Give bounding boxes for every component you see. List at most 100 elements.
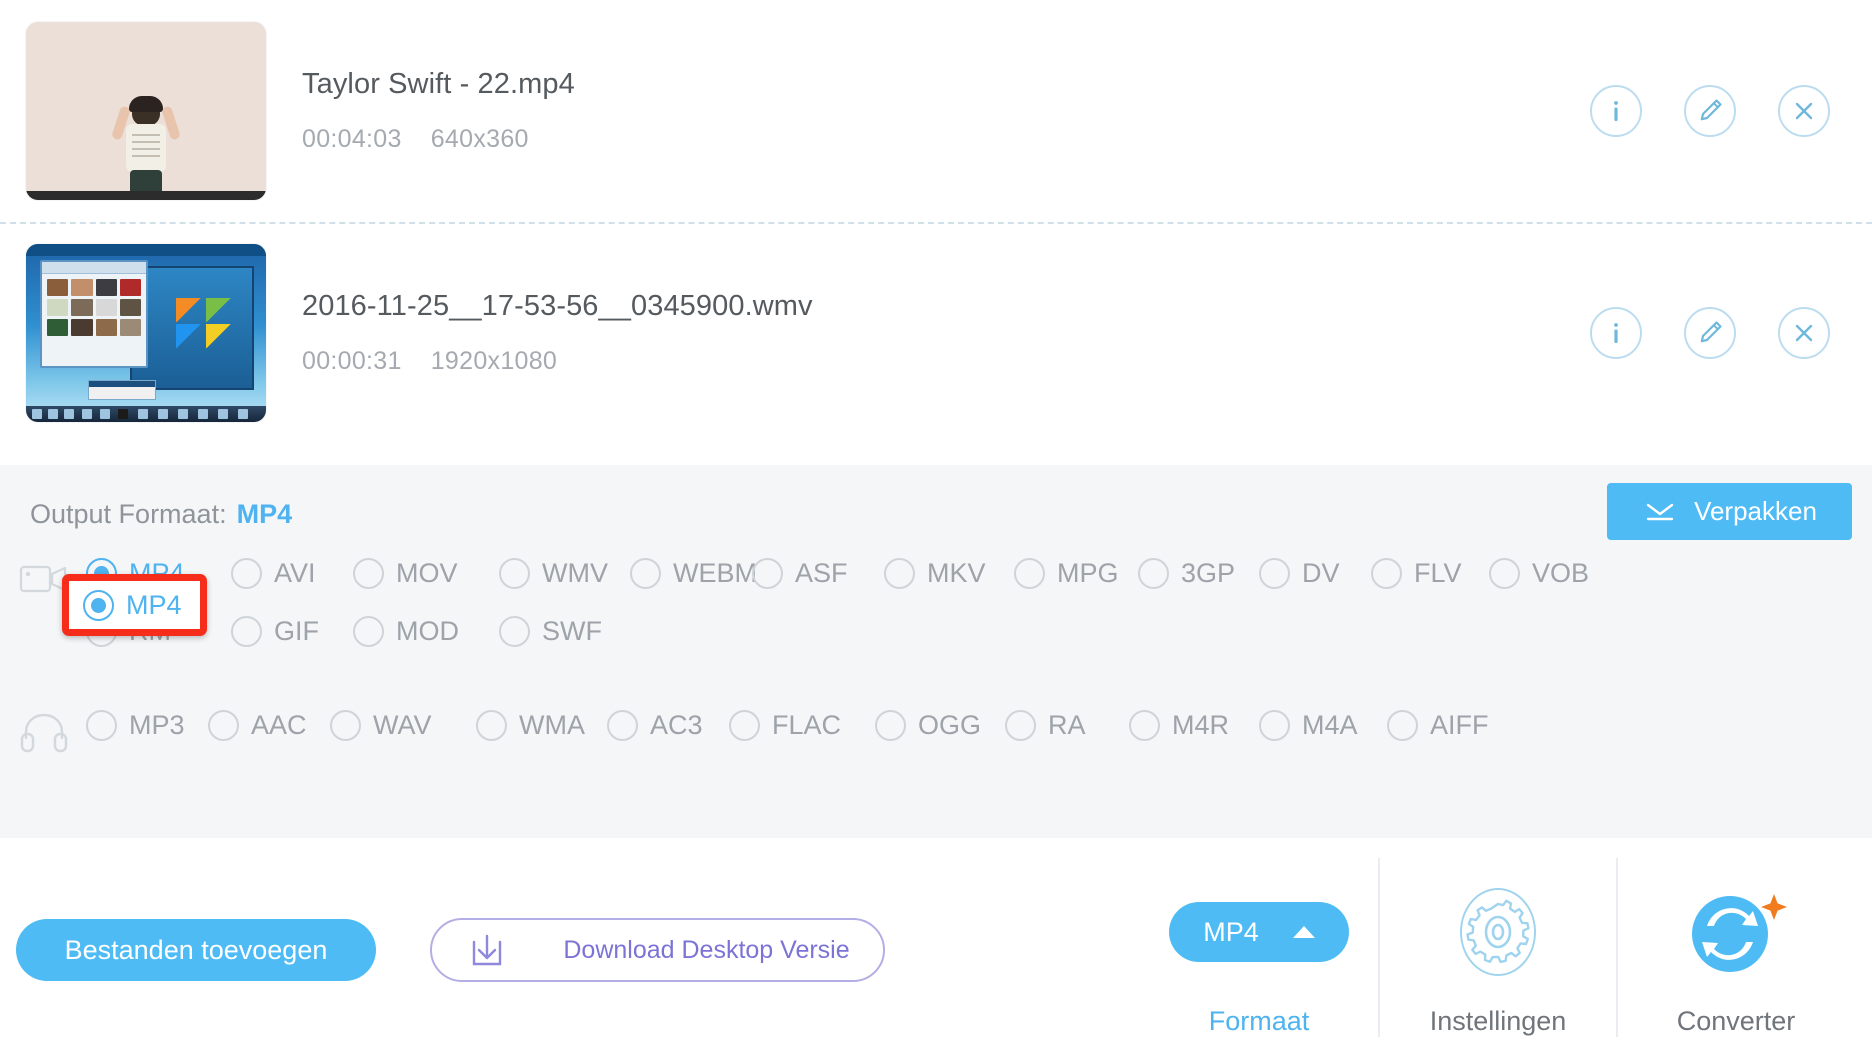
edit-button[interactable] [1684,85,1736,137]
radio-icon [630,557,661,589]
format-option-flac[interactable]: FLAC [729,709,875,741]
radio-icon [476,709,507,741]
format-option-label: WMV [542,557,608,588]
format-option-label: RA [1048,709,1086,740]
radio-icon [1014,557,1045,589]
tool-instellingen[interactable]: Instellingen [1378,858,1616,1037]
format-option-mpg[interactable]: MPG [1014,557,1138,589]
format-option-label: GIF [274,615,319,646]
add-files-button[interactable]: Bestanden toevoegen [16,919,376,981]
convert-refresh-icon [1692,894,1787,972]
file-name: Taylor Swift - 22.mp4 [302,68,575,100]
format-option-label: AVI [274,557,316,588]
info-button[interactable] [1590,85,1642,137]
file-duration: 00:04:03 [302,125,402,153]
format-option-ogg[interactable]: OGG [875,709,1005,741]
tool-converter[interactable]: Converter [1616,858,1854,1037]
format-option-wav[interactable]: WAV [330,709,476,741]
radio-icon [231,557,262,589]
remove-button[interactable] [1778,85,1830,137]
radio-icon [353,557,384,589]
format-option-aiff[interactable]: AIFF [1387,709,1489,741]
format-option-avi[interactable]: AVI [231,557,353,589]
bottom-toolbar: Bestanden toevoegen Download Desktop Ver… [0,838,1872,1062]
radio-icon [1129,709,1160,741]
format-option-mod[interactable]: MOD [353,615,499,647]
tool-buttons: MP4 Formaat Instellingen Converter [1140,858,1854,1037]
format-option-webm[interactable]: WEBM [630,557,757,589]
video-format-row: MP4 AVI MOV WMV WEBM ASF MKV MPG 3GP DV … [86,544,1872,602]
format-option-label: MP3 [129,709,185,740]
format-option-flv[interactable]: FLV [1371,557,1489,589]
format-option-label: 3GP [1181,557,1236,588]
file-list: Taylor Swift - 22.mp4 00:04:03 640x360 2… [0,0,1872,444]
video-thumbnail [26,22,266,200]
output-format-panel: Output Formaat: MP4 Verpakken MP4 AVI MO… [0,465,1872,838]
radio-icon [330,709,361,741]
tool-label: Instellingen [1429,1006,1567,1036]
format-option-label: MKV [927,557,986,588]
video-format-row: RM GIF MOD SWF [86,602,1872,660]
radio-icon [752,557,783,589]
file-resolution: 1920x1080 [430,347,558,375]
download-desktop-button[interactable]: Download Desktop Versie [430,918,885,982]
radio-icon [1005,709,1036,741]
video-format-rows: MP4 AVI MOV WMV WEBM ASF MKV MPG 3GP DV … [86,544,1872,660]
radio-icon [1259,557,1290,589]
format-option-m4a[interactable]: M4A [1259,709,1387,741]
format-option-3gp[interactable]: 3GP [1138,557,1259,589]
format-option-label: WEBM [673,557,757,588]
format-option-dv[interactable]: DV [1259,557,1371,589]
format-option-mov[interactable]: MOV [353,557,499,589]
gear-icon [1460,888,1536,976]
format-option-gif[interactable]: GIF [231,615,353,647]
format-option-ac3[interactable]: AC3 [607,709,729,741]
format-option-label: MOV [396,557,458,588]
sparkle-icon [1761,894,1787,920]
audio-format-row: MP3 AAC WAV WMA AC3 FLAC OGG RA M4R M4A … [86,696,1872,754]
radio-icon [353,615,384,647]
format-option-label: FLV [1414,557,1462,588]
edit-button[interactable] [1684,307,1736,359]
file-details: 00:04:03 640x360 [302,125,1590,154]
format-option-label: VOB [1532,557,1590,588]
format-option-wmv[interactable]: WMV [499,557,630,589]
format-option-label: AAC [251,709,307,740]
pencil-icon [1700,99,1722,121]
file-meta: Taylor Swift - 22.mp4 00:04:03 640x360 [266,68,1590,154]
format-option-ra[interactable]: RA [1005,709,1129,741]
format-option-label: MOD [396,615,459,646]
mp4-selection-highlight: MP4 [62,574,207,636]
file-row-actions [1590,85,1846,137]
info-button[interactable] [1590,307,1642,359]
radio-icon [1489,557,1520,589]
format-pill[interactable]: MP4 [1169,880,1349,984]
format-option-label: OGG [918,709,982,740]
output-format-header: Output Formaat: MP4 Verpakken [0,465,1872,540]
format-option-label: MPG [1057,557,1119,588]
collapse-formats-label: Verpakken [1694,496,1817,526]
file-list-item[interactable]: 2016-11-25__17-53-56__0345900.wmv 00:00:… [0,222,1872,444]
format-option-label: WAV [373,709,432,740]
format-option-vob[interactable]: VOB [1489,557,1590,589]
format-option-label: M4A [1302,709,1358,740]
format-option-swf[interactable]: SWF [499,615,602,647]
tool-formaat[interactable]: MP4 Formaat [1140,858,1378,1037]
chevron-collapse-icon [1646,503,1674,520]
remove-button[interactable] [1778,307,1830,359]
close-icon [1795,102,1813,120]
format-option-asf[interactable]: ASF [752,557,884,589]
format-option-label: AIFF [1430,709,1489,740]
collapse-formats-button[interactable]: Verpakken [1607,483,1852,540]
info-icon [1614,101,1618,121]
format-option-m4r[interactable]: M4R [1129,709,1259,741]
file-list-item[interactable]: Taylor Swift - 22.mp4 00:04:03 640x360 [0,0,1872,224]
format-option-wma[interactable]: WMA [476,709,607,741]
radio-icon [607,709,638,741]
caret-up-icon [1292,926,1315,938]
format-option-mp3[interactable]: MP3 [86,709,208,741]
radio-icon [86,709,117,741]
format-option-mkv[interactable]: MKV [884,557,1014,589]
close-icon [1795,324,1813,342]
format-option-aac[interactable]: AAC [208,709,330,741]
